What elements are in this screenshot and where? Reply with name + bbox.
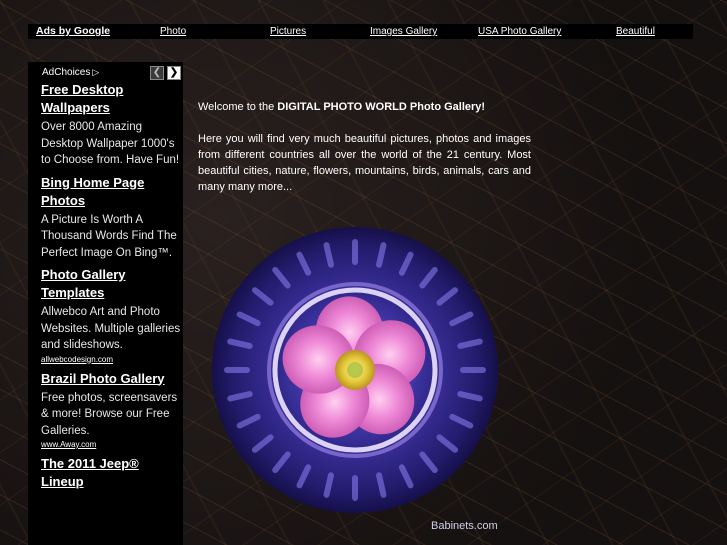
ad-title-link[interactable]: Brazil Photo Gallery: [41, 370, 181, 388]
ad-title-link[interactable]: Bing Home Page Photos: [41, 174, 181, 210]
welcome-line: Welcome to the DIGITAL PHOTO WORLD Photo…: [198, 99, 531, 115]
ad-title-link[interactable]: Photo Gallery Templates: [41, 266, 181, 302]
ad-description: A Picture Is Worth A Thousand Words Find…: [41, 213, 177, 259]
site-name: DIGITAL PHOTO WORLD Photo Gallery!: [277, 101, 486, 113]
adchoices-link[interactable]: AdChoices ▷: [42, 66, 99, 79]
nav-link-photo[interactable]: Photo: [160, 25, 186, 38]
nav-link-usa-photo-gallery[interactable]: USA Photo Gallery: [478, 25, 561, 38]
nav-link-pictures[interactable]: Pictures: [270, 25, 306, 38]
ad-item: The 2011 Jeep® Lineup: [41, 455, 181, 491]
adchoices-label: AdChoices: [42, 67, 91, 78]
ads-by-google-link[interactable]: Ads by Google: [36, 25, 110, 38]
chevron-left-icon: ❮: [152, 67, 162, 78]
nav-link-images-gallery[interactable]: Images Gallery: [370, 25, 437, 38]
adchoices-icon: ▷: [92, 67, 100, 77]
flower-plate-image: [212, 227, 498, 513]
ad-url-link[interactable]: www.Away.com: [41, 439, 181, 450]
ad-description: Over 8000 Amazing Desktop Wallpaper 1000…: [41, 121, 180, 166]
image-credit: Babinets.com: [431, 520, 498, 532]
ad-next-button[interactable]: ❯: [167, 66, 181, 80]
ad-item: Brazil Photo Gallery Free photos, screen…: [41, 370, 181, 451]
nav-link-beautiful[interactable]: Beautiful: [616, 25, 655, 38]
ad-item: Photo Gallery Templates Allwebco Art and…: [41, 266, 181, 365]
welcome-prefix: Welcome to the: [198, 101, 278, 113]
ad-url-link[interactable]: allwebcodesign.com: [41, 354, 181, 365]
ad-item: Bing Home Page Photos A Picture Is Worth…: [41, 174, 181, 262]
chevron-right-icon: ❯: [169, 67, 179, 78]
ad-list: Free Desktop Wallpapers Over 8000 Amazin…: [41, 81, 181, 496]
ad-description: Free photos, screensavers & more! Browse…: [41, 391, 178, 437]
ad-description: Allwebco Art and Photo Websites. Multipl…: [41, 306, 181, 351]
intro-paragraph: Here you will find very much beautiful p…: [198, 133, 531, 193]
ad-sidebar: AdChoices ▷ ❮ ❯ Free Desktop Wallpapers O…: [28, 62, 183, 545]
main-content: Welcome to the DIGITAL PHOTO WORLD Photo…: [198, 99, 531, 195]
top-nav-bar: Ads by Google Photo Pictures Images Gall…: [28, 24, 693, 39]
ad-prev-button[interactable]: ❮: [150, 66, 164, 80]
ad-item: Free Desktop Wallpapers Over 8000 Amazin…: [41, 81, 181, 169]
ad-title-link[interactable]: The 2011 Jeep® Lineup: [41, 455, 181, 491]
ad-title-link[interactable]: Free Desktop Wallpapers: [41, 81, 181, 117]
